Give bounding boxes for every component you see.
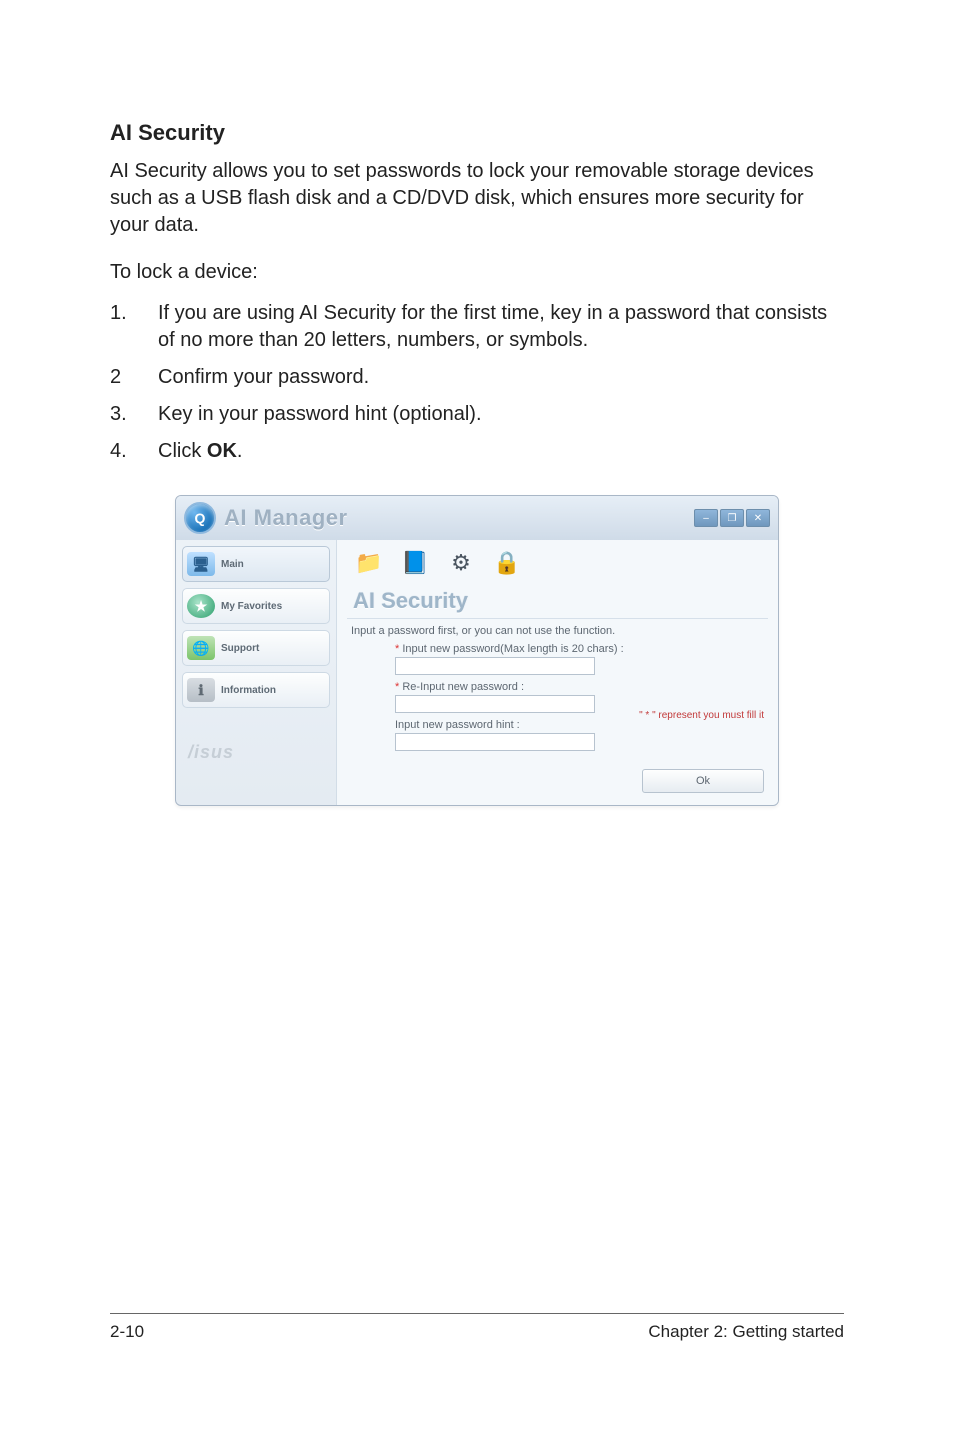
step-text: If you are using AI Security for the fir… — [158, 300, 844, 354]
toolbar-folder-icon[interactable]: 📁 — [353, 548, 385, 578]
page-number: 2-10 — [110, 1322, 144, 1342]
step-3: 3. Key in your password hint (optional). — [110, 401, 844, 428]
sidebar-item-label: Support — [221, 643, 259, 654]
titlebar: Q AI Manager – ❐ ✕ — [176, 496, 778, 540]
steps-list: 1. If you are using AI Security for the … — [110, 300, 844, 465]
required-note: " * " represent you must fill it — [639, 710, 764, 721]
required-asterisk: * — [395, 681, 399, 693]
row-reinput-password: * Re-Input new password : — [395, 681, 768, 713]
intro-paragraph: AI Security allows you to set passwords … — [110, 158, 844, 239]
window-controls: – ❐ ✕ — [694, 509, 770, 527]
row-label: Input new password hint : — [395, 719, 520, 731]
sidebar-item-label: Information — [221, 685, 276, 696]
password-hint-input[interactable] — [395, 733, 595, 751]
toolbar-book-icon[interactable]: 📘 — [399, 548, 431, 578]
support-icon: 🌐 — [187, 636, 215, 660]
row-new-password: * Input new password(Max length is 20 ch… — [395, 643, 768, 675]
panel-title: AI Security — [347, 586, 768, 619]
row-label: Re-Input new password : — [402, 681, 524, 693]
step-number: 3. — [110, 401, 158, 428]
sidebar: 🖥 Main ★ My Favorites 🌐 Support ℹ Inform… — [176, 540, 336, 805]
content-panel: 📁 📘 ⚙ 🔒 AI Security Input a password fir… — [336, 540, 778, 805]
reinput-password-input[interactable] — [395, 695, 595, 713]
new-password-input[interactable] — [395, 657, 595, 675]
minimize-button[interactable]: – — [694, 509, 718, 527]
sidebar-item-favorites[interactable]: ★ My Favorites — [182, 588, 330, 624]
ai-manager-window: Q AI Manager – ❐ ✕ 🖥 Main ★ My Favorites — [175, 495, 779, 806]
step-text-bold: OK — [207, 440, 237, 462]
sidebar-item-label: Main — [221, 559, 244, 570]
panel-instruction: Input a password first, or you can not u… — [351, 625, 768, 637]
toolbar-lock-icon[interactable]: 🔒 — [491, 548, 523, 578]
main-icon: 🖥 — [187, 552, 215, 576]
step-number: 1. — [110, 300, 158, 354]
step-text: Click OK. — [158, 438, 844, 465]
step-4: 4. Click OK. — [110, 438, 844, 465]
close-button[interactable]: ✕ — [746, 509, 770, 527]
information-icon: ℹ — [187, 678, 215, 702]
app-logo-icon: Q — [184, 502, 216, 534]
step-text-a: Click — [158, 440, 207, 462]
row-password-hint: Input new password hint : — [395, 719, 768, 751]
required-asterisk: * — [395, 643, 399, 655]
step-text: Key in your password hint (optional). — [158, 401, 844, 428]
sidebar-item-support[interactable]: 🌐 Support — [182, 630, 330, 666]
ok-button[interactable]: Ok — [642, 769, 764, 793]
row-label: Input new password(Max length is 20 char… — [402, 643, 623, 655]
window-title: AI Manager — [224, 505, 348, 531]
toolbar-gear-icon[interactable]: ⚙ — [445, 548, 477, 578]
sidebar-item-main[interactable]: 🖥 Main — [182, 546, 330, 582]
step-number: 2 — [110, 364, 158, 391]
step-1: 1. If you are using AI Security for the … — [110, 300, 844, 354]
favorites-icon: ★ — [187, 594, 215, 618]
step-2: 2 Confirm your password. — [110, 364, 844, 391]
brand-logo: /isus — [182, 742, 330, 763]
toolbar: 📁 📘 ⚙ 🔒 — [347, 544, 768, 586]
lock-intro: To lock a device: — [110, 259, 844, 286]
sidebar-item-information[interactable]: ℹ Information — [182, 672, 330, 708]
step-text: Confirm your password. — [158, 364, 844, 391]
step-number: 4. — [110, 438, 158, 465]
page-footer: 2-10 Chapter 2: Getting started — [110, 1313, 844, 1342]
maximize-button[interactable]: ❐ — [720, 509, 744, 527]
window-body: 🖥 Main ★ My Favorites 🌐 Support ℹ Inform… — [176, 540, 778, 805]
title-left: Q AI Manager — [184, 502, 348, 534]
section-title: AI Security — [110, 120, 844, 146]
step-text-c: . — [237, 440, 243, 462]
page: AI Security AI Security allows you to se… — [0, 0, 954, 1438]
chapter-label: Chapter 2: Getting started — [648, 1322, 844, 1342]
sidebar-item-label: My Favorites — [221, 601, 282, 612]
